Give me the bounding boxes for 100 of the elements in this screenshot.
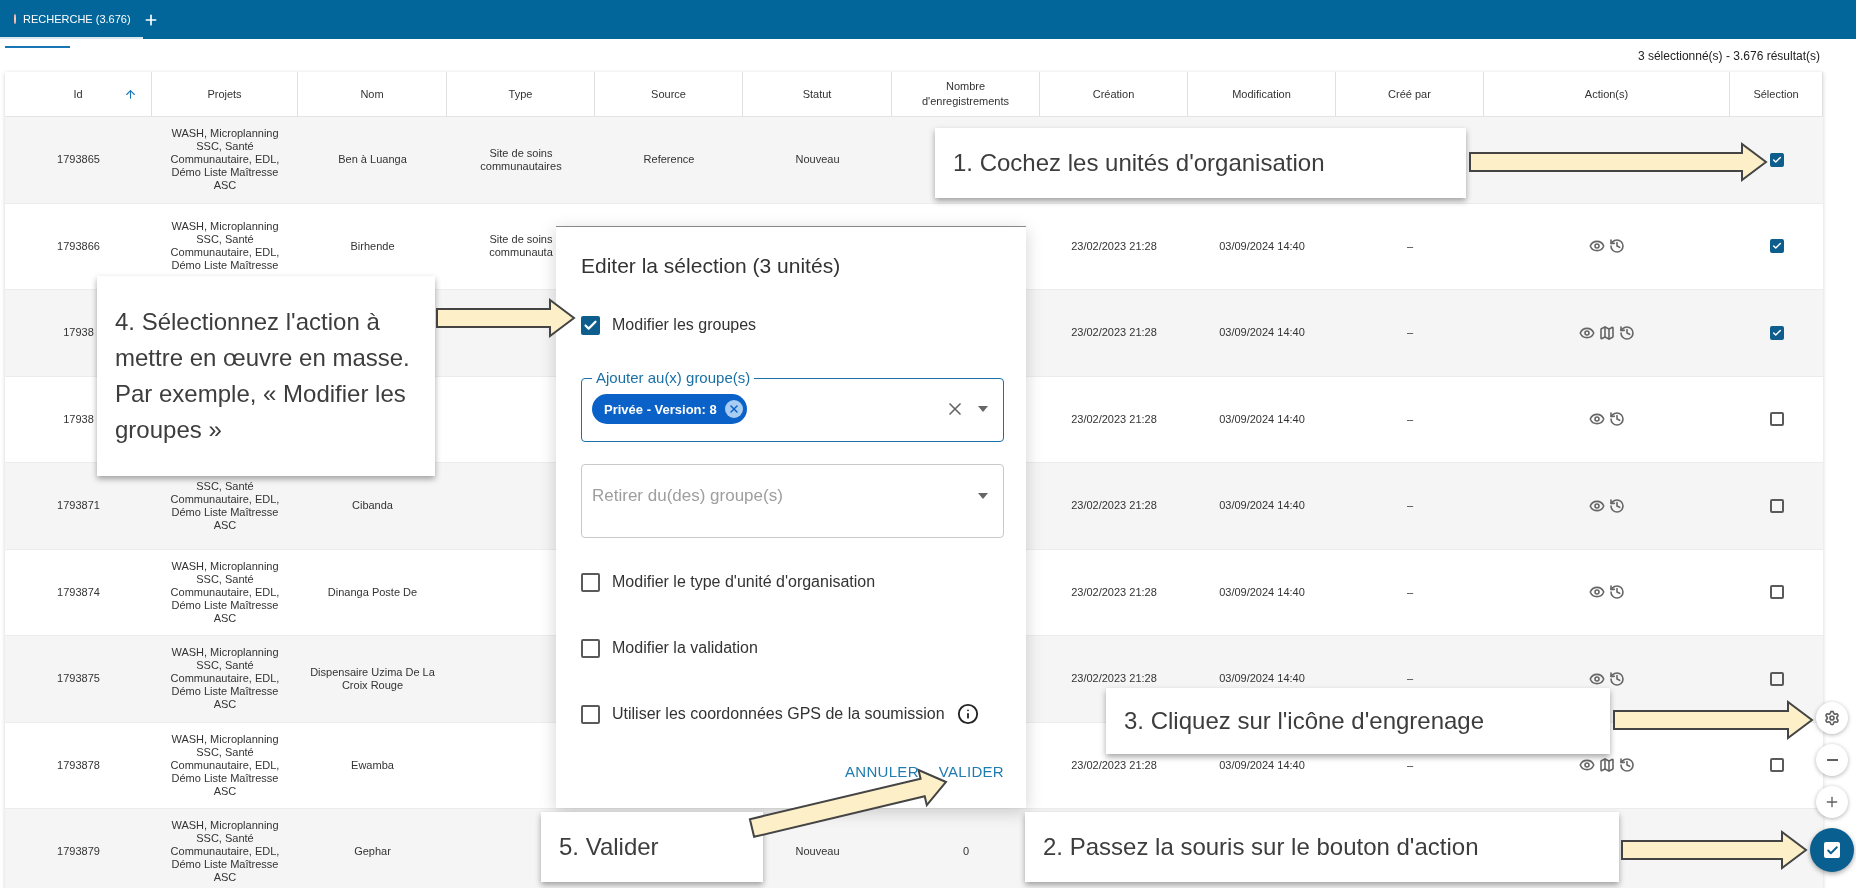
checkbox[interactable] xyxy=(1769,758,1784,773)
bulk-action-button[interactable] xyxy=(1810,828,1854,872)
dropdown-caret-icon[interactable] xyxy=(977,405,989,413)
table-cell: 1793865 xyxy=(57,153,100,167)
table-cell: Ben à Luanga xyxy=(338,153,407,167)
tab-indicator xyxy=(5,46,70,48)
map-icon[interactable] xyxy=(1599,324,1615,341)
callout-text: 5. Valider xyxy=(559,832,659,862)
table-cell: 03/09/2024 14:40 xyxy=(1219,758,1305,772)
table-cell: Birhende xyxy=(350,239,395,253)
checkbox[interactable] xyxy=(581,315,600,335)
table-cell: 23/02/2023 21:28 xyxy=(1071,585,1157,599)
table-cell: 1793866 xyxy=(57,239,100,253)
table-cell-text: WASH, Microplanning SSC, Santé Communautaire, EDL, Démo Liste Maîtresse ASC xyxy=(169,732,281,798)
table-cell: – xyxy=(1406,758,1414,772)
table-cell: 03/09/2024 14:40 xyxy=(1219,499,1305,513)
column-header[interactable]: Créé par xyxy=(1388,86,1431,102)
table-cell: – xyxy=(1406,239,1414,253)
checkbox[interactable] xyxy=(1769,239,1784,254)
checkbox[interactable] xyxy=(1769,585,1784,600)
column-header[interactable]: Action(s) xyxy=(1584,86,1629,102)
table-cell-text: WASH, Microplanning SSC, Santé Communautaire, EDL, Démo Liste Maîtresse ASC xyxy=(169,819,281,885)
history-icon[interactable] xyxy=(1609,584,1625,601)
column-header[interactable]: Modification xyxy=(1232,86,1291,102)
table-cell: 23/02/2023 21:28 xyxy=(1071,672,1157,686)
callout-text: 1. Cochez les unités d'organisation xyxy=(953,148,1325,178)
table-cell: Dinanga Poste De xyxy=(327,585,418,599)
remove-button[interactable] xyxy=(1816,744,1848,776)
table-cell: 1793871 xyxy=(57,499,100,513)
cancel-button[interactable]: ANNULER xyxy=(845,763,919,780)
checkbox[interactable] xyxy=(581,638,600,658)
table-cell: 23/02/2023 21:28 xyxy=(1071,326,1157,340)
table-cell: 0 xyxy=(962,845,970,859)
table-cell: 03/09/2024 14:40 xyxy=(1219,672,1305,686)
table-cell: 23/02/2023 21:28 xyxy=(1071,758,1157,772)
table-cell: 23/02/2023 21:28 xyxy=(1071,499,1157,513)
table-cell: 1793875 xyxy=(57,672,100,686)
callout-text: 4. Sélectionnez l'action à mettre en œuvre en masse. Par exemple, « Modifier les groupes » xyxy=(115,307,411,445)
column-header[interactable]: Nom xyxy=(360,86,384,102)
table-cell: Cibanda xyxy=(352,499,393,513)
table-cell: 03/09/2024 14:40 xyxy=(1219,585,1305,599)
checkbox[interactable] xyxy=(1769,498,1784,513)
dropdown-caret-icon[interactable] xyxy=(977,492,989,500)
checkbox[interactable] xyxy=(581,572,600,592)
confirm-button[interactable]: VALIDER xyxy=(938,763,1004,780)
table-cell: – xyxy=(1406,499,1414,513)
table-cell-text: WASH, Microplanning SSC, Santé Communautaire, EDL, Démo Liste Maîtresse ASC xyxy=(169,646,281,712)
add-button[interactable] xyxy=(1816,786,1848,818)
table-cell: Dispensaire Uzima De La Croix Rouge xyxy=(310,665,435,692)
table-cell: Ewamba xyxy=(351,758,394,772)
remove-chip-icon[interactable] xyxy=(724,400,743,418)
checkbox[interactable] xyxy=(1769,325,1784,340)
column-header[interactable]: Type xyxy=(508,86,533,102)
checkbox[interactable] xyxy=(1769,152,1784,167)
gear-icon xyxy=(1824,710,1840,726)
column-header[interactable]: Id xyxy=(73,86,83,102)
table-cell: 23/02/2023 21:28 xyxy=(1071,239,1157,253)
column-header[interactable]: Sélection xyxy=(1753,86,1799,102)
sort-arrow-icon[interactable] xyxy=(124,88,137,101)
column-header[interactable]: Création xyxy=(1092,86,1135,102)
column-header[interactable]: Nombre d'enregistrements xyxy=(916,79,1015,109)
table-cell: 17938 xyxy=(63,326,94,340)
table-cell-text: SSC, Santé Communautaire, EDL, Démo Liste Maîtresse ASC xyxy=(169,479,281,532)
map-icon[interactable] xyxy=(1599,757,1615,774)
table-cell-text: Site de soins communautaires xyxy=(479,146,563,173)
table-cell: 1793879 xyxy=(57,845,100,859)
history-icon[interactable] xyxy=(1609,411,1625,428)
table-cell: 17938 xyxy=(63,412,94,426)
checkbox-label: Modifier le type d'unité d'organisation xyxy=(612,573,876,591)
history-icon[interactable] xyxy=(1609,670,1625,687)
history-icon[interactable] xyxy=(1619,757,1635,774)
table-cell: Nouveau xyxy=(795,153,840,167)
plus-icon xyxy=(1824,794,1840,810)
table-cell-text: WASH, Microplanning SSC, Santé Communautaire, EDL, Démo Liste Maîtresse xyxy=(169,220,281,273)
checkbox-label: Modifier la validation xyxy=(612,639,758,657)
table-cell: 1793874 xyxy=(57,585,100,599)
table-cell-text: WASH, Microplanning SSC, Santé Communautaire, EDL, Démo Liste Maîtresse ASC xyxy=(169,127,281,193)
table-cell: – xyxy=(1406,326,1414,340)
group-chip[interactable]: Privée - Version: 8 xyxy=(592,394,747,424)
history-icon[interactable] xyxy=(1609,497,1625,514)
table-cell: – xyxy=(1406,672,1414,686)
table-cell: 03/09/2024 14:40 xyxy=(1219,239,1305,253)
table-cell-text: WASH, Microplanning SSC, Santé Communautaire, EDL, Démo Liste Maîtresse ASC xyxy=(169,559,281,625)
table-cell: 1793878 xyxy=(57,758,100,772)
column-header[interactable]: Statut xyxy=(802,86,832,102)
minus-icon xyxy=(1826,759,1838,761)
column-header[interactable]: Source xyxy=(651,86,686,102)
checkbox[interactable] xyxy=(1769,412,1784,427)
history-icon[interactable] xyxy=(1609,238,1625,255)
checkbox[interactable] xyxy=(581,704,600,724)
table-cell: 03/09/2024 14:40 xyxy=(1219,326,1305,340)
column-header[interactable]: Projets xyxy=(207,86,242,102)
checkbox[interactable] xyxy=(1769,671,1784,686)
table-cell: 03/09/2024 14:40 xyxy=(1219,412,1305,426)
table-cell: – xyxy=(1406,412,1414,426)
history-icon[interactable] xyxy=(1619,324,1635,341)
info-icon[interactable] xyxy=(956,703,979,725)
settings-button[interactable] xyxy=(1816,702,1848,734)
tab[interactable]: RECHERCHE (3.676) xyxy=(0,0,143,39)
group-select[interactable]: Ajouter au(x) groupe(s) Privée - Version: 8 xyxy=(581,369,1004,442)
